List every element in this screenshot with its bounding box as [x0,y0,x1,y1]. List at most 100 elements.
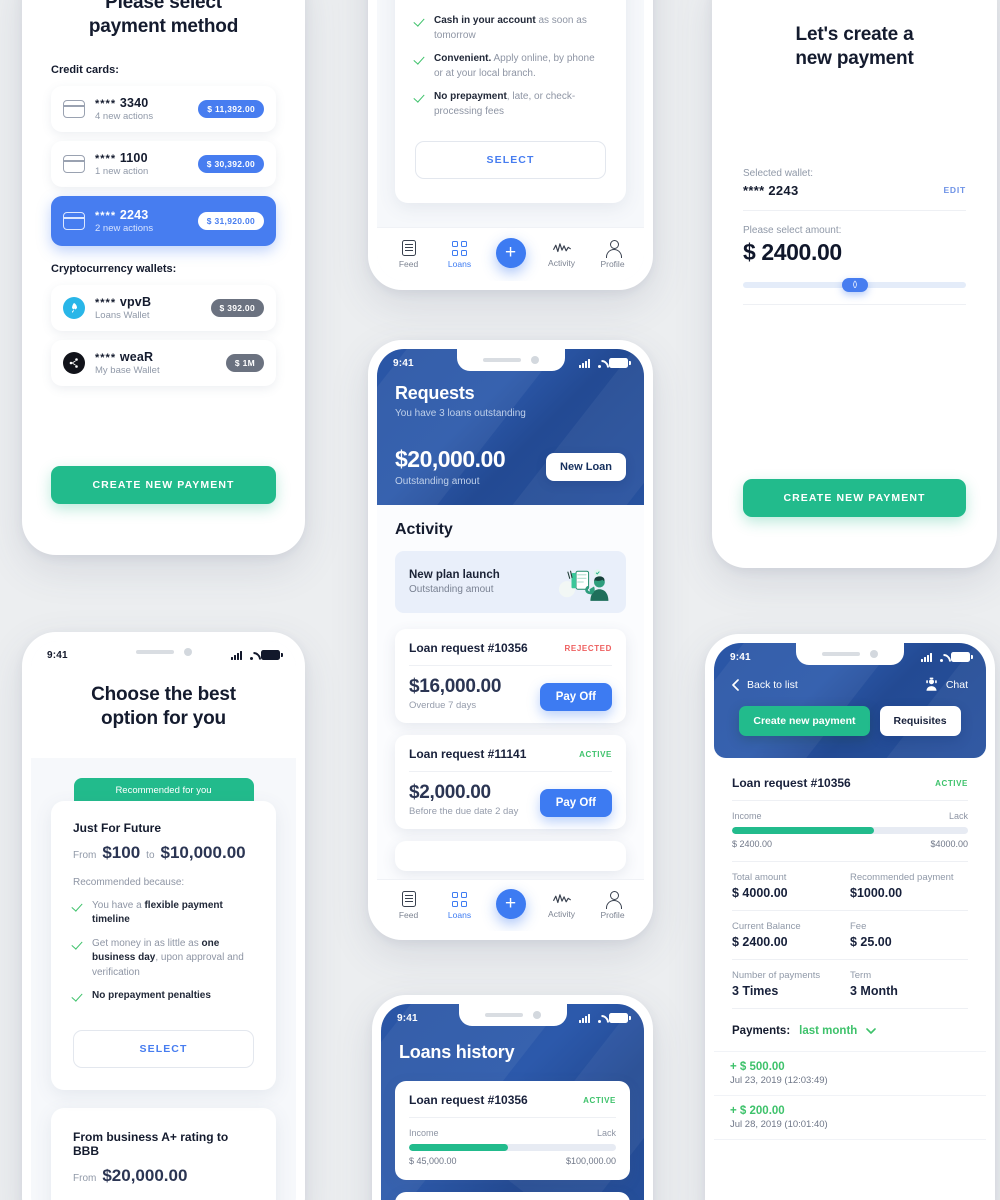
card-digits: 2243 [119,207,149,222]
progress-labels: Income Lack [409,1128,616,1138]
payment-list-item[interactable]: + $ 200.00 Jul 28, 2019 (10:01:40) [714,1096,986,1140]
tab-activity[interactable]: Activity [538,241,586,268]
to-label: to [146,849,155,861]
card-row-2243-selected[interactable]: **** 2243 2 new actions $ 31,920.00 [51,195,276,246]
reason-bold: No prepayment penalties [92,990,211,1002]
loan-due: Before the due date 2 day [409,806,519,817]
payment-list-item[interactable]: + $ 500.00 Jul 23, 2019 (12:03:49) [714,1052,986,1096]
tab-feed[interactable]: Feed [385,891,433,920]
status-time: 9:41 [393,357,414,369]
back-to-list-button[interactable]: Back to list [732,679,798,691]
plus-icon[interactable]: + [495,888,526,919]
tab-label: Feed [398,910,419,920]
progress-bar [732,827,968,834]
loan-card-partial[interactable] [395,841,626,871]
tab-profile[interactable]: Profile [589,240,637,269]
tab-loans[interactable]: Loans [436,240,484,269]
progress-fill [732,827,874,834]
left-right-arrows-icon[interactable]: ⟨⟩ [841,277,868,292]
tab-loans[interactable]: Loans [436,891,484,920]
tab-label: Loans [447,258,472,269]
payments-filter-value[interactable]: last month [799,1025,857,1037]
status-time: 9:41 [730,651,751,663]
title-line-2: new payment [795,48,914,70]
tab-add[interactable]: + [487,888,535,923]
profile-icon [606,240,622,258]
card-digits: 1100 [119,150,148,165]
chat-button[interactable]: Chat [924,677,968,692]
history-loan-card-partial[interactable] [395,1192,630,1200]
wallet-balance-badge: $ 392.00 [210,298,264,317]
person-reading-documents-illustration [558,569,609,601]
card-number: **** 1100 [95,151,188,165]
tab-profile[interactable]: Profile [589,891,637,920]
credit-cards-label: Credit cards: [51,63,119,76]
feed-icon [401,891,416,907]
camera [870,650,878,658]
selected-wallet-label: Selected wallet: [743,167,814,179]
edit-wallet-button[interactable]: EDIT [943,185,966,198]
card-subtitle: 4 new actions [95,110,154,122]
wallet-digits: weaR [119,349,154,364]
tab-activity[interactable]: Activity [538,892,586,919]
notch [458,1004,567,1026]
divider [743,209,966,211]
history-loan-card[interactable]: Loan request #10356 ACTIVE Income Lack $… [395,1081,630,1180]
benefit-bold: Cash in your account [434,15,536,26]
camera [532,1011,541,1019]
pay-off-button[interactable]: Pay Off [539,789,612,817]
feed-icon [401,240,416,256]
rocket-icon [63,296,85,319]
amount-slider[interactable]: ⟨⟩ [743,277,966,292]
create-new-payment-button[interactable]: CREATE NEW PAYMENT [743,479,966,517]
card-row-3340[interactable]: **** 3340 4 new actions $ 11,392.00 [51,85,276,132]
wallet-info: **** weaR My base Wallet [95,350,216,376]
field-key: Current Balance [732,921,801,932]
activity-card[interactable]: New plan launch Outstanding amout [395,551,626,613]
card-number: **** 3340 [95,96,188,110]
benefit-text: No prepayment, late, or check-processing… [434,90,606,119]
plus-icon[interactable]: + [495,237,526,268]
screen-choose-option: 9:41 Choose the best option for you Reco… [31,641,296,1200]
field-key: Term [850,970,872,981]
tab-feed[interactable]: Feed [385,240,433,269]
from-label: From [73,849,97,861]
loan-card-11141[interactable]: Loan request #11141 ACTIVE $2,000.00 Bef… [395,735,626,829]
notch [456,349,565,371]
select-offer-button[interactable]: SELECT [415,141,606,179]
wallet-row-weaR[interactable]: **** weaR My base Wallet $ 1M [51,339,276,386]
payment-date: Jul 23, 2019 (12:03:49) [730,1075,828,1086]
select-offer-button[interactable]: SELECT [73,1029,254,1068]
payments-label: Payments: [732,1025,791,1037]
chevron-down-icon[interactable] [866,1028,877,1034]
screenshot-canvas: Please select payment method Credit card… [0,0,1000,1200]
wallet-number: **** weaR [95,350,216,364]
tab-add[interactable]: + [487,237,535,272]
create-new-payment-button[interactable]: Create new payment [739,706,870,736]
create-new-payment-button[interactable]: CREATE NEW PAYMENT [51,466,276,504]
card-info: **** 2243 2 new actions [95,208,188,234]
from-amount: $20,000.00 [102,1165,188,1185]
wallet-row-vpvB[interactable]: **** vpvB Loans Wallet $ 392.00 [51,284,276,331]
grid-icon [452,240,467,256]
reason-pre: You have a [92,899,145,911]
new-loan-button[interactable]: New Loan [546,452,626,481]
reason-text: No prepayment penalties [92,989,211,1004]
loan-card-10356[interactable]: Loan request #10356 REJECTED $16,000.00 … [395,629,626,723]
signal-icon [579,358,590,368]
offer-card-just-for-future[interactable]: Just For Future From $100 to $10,000.00 … [51,800,276,1090]
offer-card-bbb[interactable]: From business A+ rating to BBB From $20,… [51,1107,276,1200]
reason-pre: Get money in as little as [92,937,202,949]
speaker [484,1013,523,1017]
check-icon [415,92,425,102]
requisites-button[interactable]: Requisites [879,706,961,736]
field-value: $1000.00 [850,886,903,900]
wallet-digits: vpvB [119,294,152,309]
benefit-item: Convenient. Apply online, by phone or at… [415,52,606,81]
offer-name: From business A+ rating to BBB [73,1129,229,1158]
field-recommended-payment: Recommended payment $1000.00 [850,872,968,900]
pay-off-button[interactable]: Pay Off [539,683,612,711]
card-row-1100[interactable]: **** 1100 1 new action $ 30,392.00 [51,140,276,187]
title-line-2: option for you [101,708,226,730]
phone-choose-option: 9:41 Choose the best option for you Reco… [22,632,305,1200]
